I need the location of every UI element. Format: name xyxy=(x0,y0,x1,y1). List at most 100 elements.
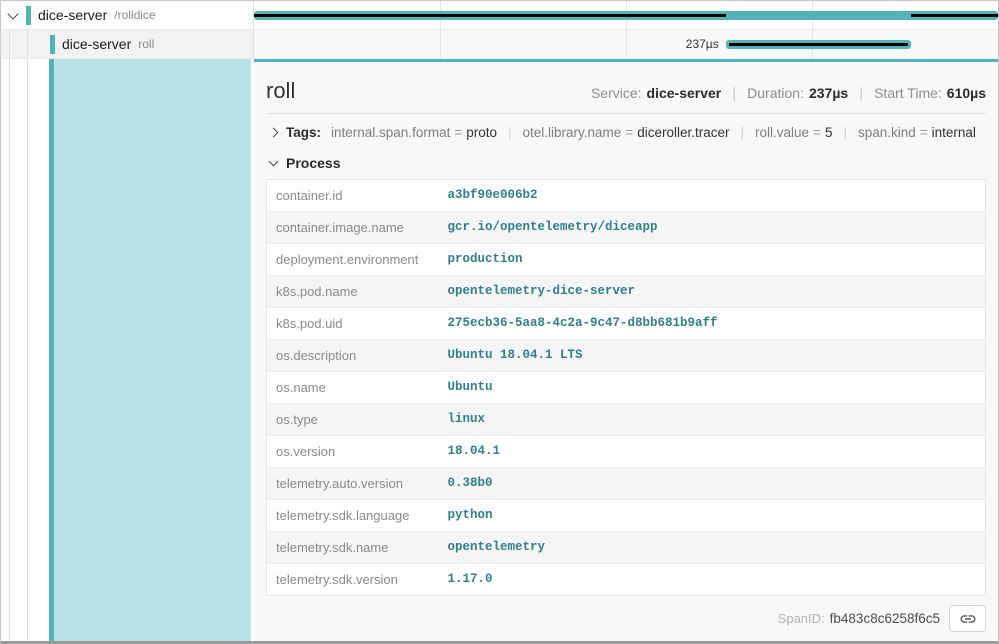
link-icon xyxy=(959,610,977,628)
chevron-down-icon[interactable] xyxy=(7,8,18,19)
spanid-label: SpanID: xyxy=(778,611,825,626)
critical-path-segment xyxy=(911,14,998,17)
span-detail-header: roll Service:dice-server|Duration:237µs|… xyxy=(266,68,986,113)
tag-key: span.kind xyxy=(858,125,916,140)
tag-key: roll.value xyxy=(755,125,809,140)
overview-item-label: Duration: xyxy=(747,85,804,101)
process-key: os.type xyxy=(267,404,439,436)
deep-link-button[interactable] xyxy=(949,605,986,632)
overview-item-value: 610µs xyxy=(947,85,986,101)
overview-item: Service: dice-server xyxy=(591,85,721,101)
critical-path-segment xyxy=(729,43,908,46)
overview-list: Service:dice-server|Duration:237µs|Start… xyxy=(591,85,986,102)
process-value: opentelemetry xyxy=(439,532,986,564)
process-table-row: deployment.environmentproduction xyxy=(267,244,986,276)
timeline-gridline xyxy=(626,30,627,58)
process-key: k8s.pod.uid xyxy=(267,308,439,340)
tag-value: diceroller.tracer xyxy=(637,125,729,140)
process-key: deployment.environment xyxy=(267,244,439,276)
spanid-value: fb483c8c6258f6c5 xyxy=(830,611,940,626)
process-key: telemetry.sdk.name xyxy=(267,532,439,564)
process-table-row: telemetry.sdk.version1.17.0 xyxy=(267,564,986,596)
process-key: os.description xyxy=(267,340,439,372)
span-title: roll xyxy=(266,78,591,104)
process-table-row: k8s.pod.uid275ecb36-5aa8-4c2a-9c47-d8bb6… xyxy=(267,308,986,340)
process-value: linux xyxy=(439,404,986,436)
timeline-row[interactable]: 237µs xyxy=(254,30,998,58)
indent-guide xyxy=(27,59,28,641)
tag-equals: = xyxy=(625,125,633,140)
process-table-row: telemetry.sdk.nameopentelemetry xyxy=(267,532,986,564)
span-detail-row: roll Service: dice-server | Duration: 237µs |… xyxy=(1,59,998,641)
process-table-row: container.ida3bf90e006b2 xyxy=(267,180,986,212)
tags-label: Tags: xyxy=(286,125,321,140)
process-key: os.version xyxy=(267,436,439,468)
process-key: os.name xyxy=(267,372,439,404)
span-name-column[interactable]: dice-server roll xyxy=(1,30,254,58)
process-value: Ubuntu xyxy=(439,372,986,404)
tag-divider: | xyxy=(843,125,847,140)
span-detail-panel: roll Service: dice-server | Duration: 237µs |… xyxy=(254,59,998,641)
tag-value: internal xyxy=(932,125,976,140)
process-table-row: os.version18.04.1 xyxy=(267,436,986,468)
detail-left-rail xyxy=(1,59,254,641)
tag-key: otel.library.name xyxy=(523,125,622,140)
span-row-roll[interactable]: dice-server roll 237µs xyxy=(1,30,998,59)
service-color-bar xyxy=(50,35,55,54)
process-value: 18.04.1 xyxy=(439,436,986,468)
process-key: telemetry.auto.version xyxy=(267,468,439,500)
timeline-gridline xyxy=(440,30,441,58)
trace-detail-page: dice-server /rolldice dice-server roll 2… xyxy=(0,0,999,644)
indent-guide xyxy=(9,30,10,58)
timeline-row[interactable] xyxy=(254,1,998,29)
critical-path-segment xyxy=(254,14,726,17)
process-table-row: os.descriptionUbuntu 18.04.1 LTS xyxy=(267,340,986,372)
indent-guide xyxy=(9,59,10,641)
process-value: python xyxy=(439,500,986,532)
process-key: telemetry.sdk.version xyxy=(267,564,439,596)
process-table-row: telemetry.auto.version0.38b0 xyxy=(267,468,986,500)
chevron-down-icon[interactable] xyxy=(269,157,279,167)
process-value: 275ecb36-5aa8-4c2a-9c47-d8bb681b9aff xyxy=(439,308,986,340)
process-value: 1.17.0 xyxy=(439,564,986,596)
service-name: dice-server xyxy=(62,36,131,52)
process-key: k8s.pod.name xyxy=(267,276,439,308)
tags-accordion[interactable]: Tags: internal.span.format = proto | otel.li… xyxy=(266,114,986,145)
process-key: container.image.name xyxy=(267,212,439,244)
tag-value: 5 xyxy=(825,125,833,140)
service-name: dice-server xyxy=(38,7,107,23)
span-color-fill[interactable] xyxy=(54,59,251,641)
tag-key: internal.span.format xyxy=(331,125,450,140)
process-value: opentelemetry-dice-server xyxy=(439,276,986,308)
process-value: production xyxy=(439,244,986,276)
span-row-rolldice[interactable]: dice-server /rolldice xyxy=(1,1,998,30)
process-table-row: telemetry.sdk.languagepython xyxy=(267,500,986,532)
process-value: gcr.io/opentelemetry/diceapp xyxy=(439,212,986,244)
operation-name: roll xyxy=(138,37,154,51)
duration-label: 237µs xyxy=(686,37,719,51)
tag-divider: | xyxy=(741,125,745,140)
tag-equals: = xyxy=(920,125,928,140)
overview-item-value: 237µs xyxy=(809,85,848,101)
process-table-row: os.nameUbuntu xyxy=(267,372,986,404)
process-label: Process xyxy=(286,155,340,171)
process-key: telemetry.sdk.language xyxy=(267,500,439,532)
overview-item-value: dice-server xyxy=(647,85,722,101)
overview-item-label: Service: xyxy=(591,85,642,101)
tag-divider: | xyxy=(508,125,512,140)
process-table-row: k8s.pod.nameopentelemetry-dice-server xyxy=(267,276,986,308)
process-key-value-table: container.ida3bf90e006b2container.image.… xyxy=(266,179,986,596)
process-value: a3bf90e006b2 xyxy=(439,180,986,212)
overview-item-label: Start Time: xyxy=(874,85,942,101)
indent-guide xyxy=(27,30,28,58)
chevron-right-icon[interactable] xyxy=(269,128,279,138)
overview-divider: | xyxy=(859,85,863,102)
process-table-row: container.image.namegcr.io/opentelemetry… xyxy=(267,212,986,244)
tags-summary: internal.span.format = proto | otel.library.… xyxy=(331,125,976,140)
span-detail-footer: SpanID: fb483c8c6258f6c5 xyxy=(266,596,986,641)
span-name-column[interactable]: dice-server /rolldice xyxy=(1,1,254,29)
process-accordion[interactable]: Process xyxy=(266,145,986,179)
operation-name: /rolldice xyxy=(114,8,155,22)
tag-value: proto xyxy=(466,125,497,140)
process-value: 0.38b0 xyxy=(439,468,986,500)
